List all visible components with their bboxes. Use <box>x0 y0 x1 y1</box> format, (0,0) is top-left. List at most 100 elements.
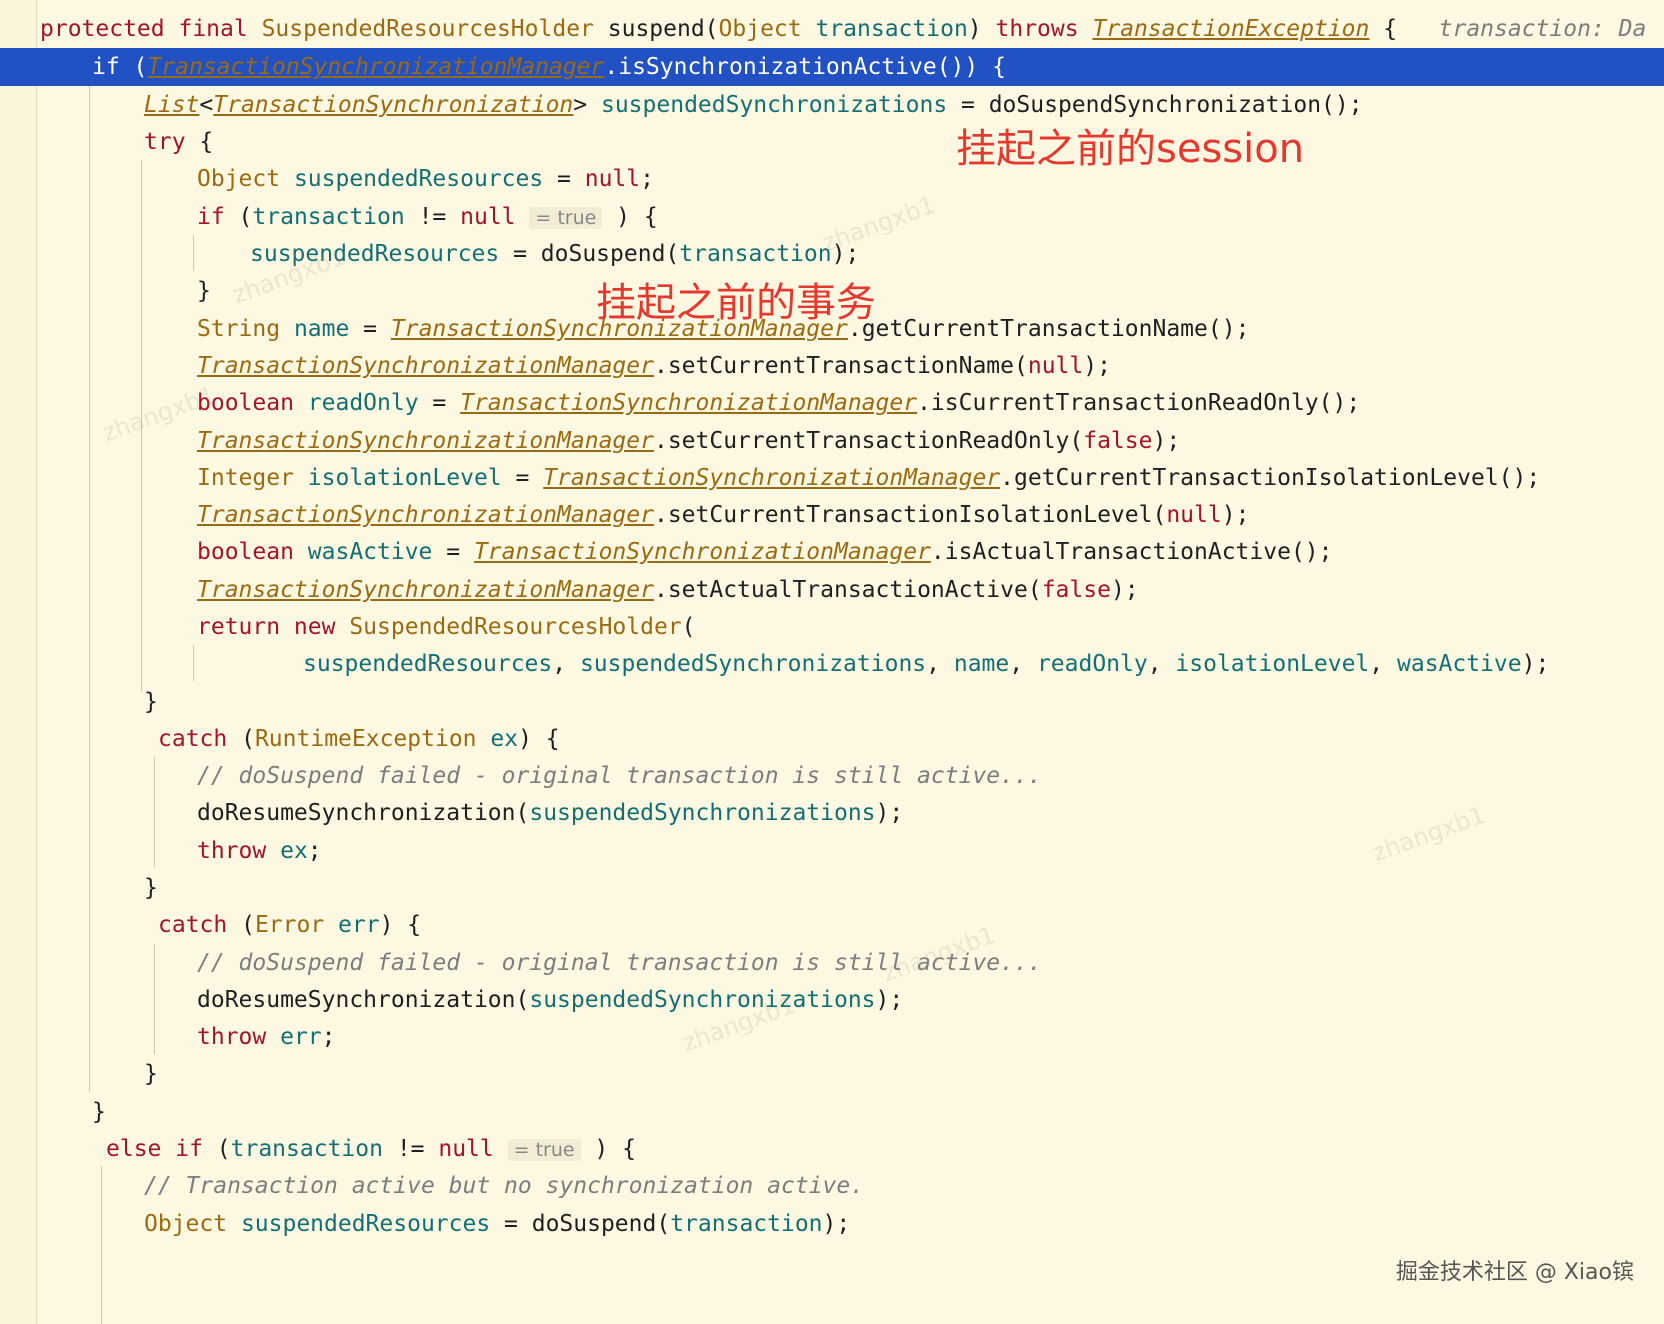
code-line[interactable]: try { <box>0 123 1664 161</box>
code-token: = <box>543 166 585 192</box>
code-token: .setCurrentTransactionIsolationLevel( <box>653 502 1167 528</box>
code-line[interactable]: } <box>0 683 1664 721</box>
code-line[interactable]: boolean wasActive = TransactionSynchroni… <box>0 533 1664 571</box>
code-token: name <box>953 651 1010 677</box>
code-token: < <box>199 92 214 118</box>
code-text: suspendedResources, suspendedSynchroniza… <box>303 645 1549 683</box>
code-line[interactable]: boolean readOnly = TransactionSynchroniz… <box>0 384 1664 422</box>
code-text: TransactionSynchronizationManager.setCur… <box>197 422 1180 460</box>
code-text: catch (Error err) { <box>158 906 421 944</box>
code-line[interactable]: // doSuspend failed - original transacti… <box>0 757 1664 795</box>
code-line[interactable]: Integer isolationLevel = TransactionSync… <box>0 459 1664 497</box>
code-token: Integer <box>197 465 308 491</box>
code-token: { <box>1369 16 1439 42</box>
code-token: Object <box>197 166 294 192</box>
code-token: .isSynchronizationActive()) { <box>604 54 1006 80</box>
code-line[interactable]: // Transaction active but no synchroniza… <box>0 1167 1664 1205</box>
code-line[interactable]: List<TransactionSynchronization> suspend… <box>0 86 1664 124</box>
code-token: false <box>1083 428 1153 454</box>
code-token: ); <box>822 1211 851 1237</box>
code-line[interactable]: throw err; <box>0 1018 1664 1056</box>
code-token: suspendedResources <box>303 651 553 677</box>
code-token: transaction: Da <box>1438 16 1647 42</box>
code-token: SuspendedResourcesHolder <box>349 614 682 640</box>
code-token: = doSuspendSynchronization(); <box>947 92 1363 118</box>
code-token: = doSuspend( <box>499 241 680 267</box>
code-token: err <box>280 1024 322 1050</box>
code-line[interactable]: TransactionSynchronizationManager.setAct… <box>0 571 1664 609</box>
code-token: , <box>1147 651 1176 677</box>
code-token: ) { <box>602 204 658 230</box>
code-token: name <box>293 316 350 342</box>
code-token: TransactionSynchronizationManager <box>473 539 931 565</box>
code-text: } <box>92 1093 106 1131</box>
code-line[interactable]: // doSuspend failed - original transacti… <box>0 944 1664 982</box>
code-line[interactable]: Object suspendedResources = null; <box>0 160 1664 198</box>
code-token: suspendedSynchronizations <box>529 800 876 826</box>
code-token: != <box>382 1136 439 1162</box>
code-line[interactable]: TransactionSynchronizationManager.setCur… <box>0 347 1664 385</box>
code-token: ex <box>490 726 519 752</box>
code-text: try { <box>144 123 213 161</box>
code-token: readOnly <box>307 390 419 416</box>
code-token: TransactionSynchronizationManager <box>197 502 654 528</box>
code-token: readOnly <box>1036 651 1148 677</box>
code-token: ; <box>307 838 322 864</box>
code-line[interactable]: } <box>0 869 1664 907</box>
code-line[interactable]: TransactionSynchronizationManager.setCur… <box>0 496 1664 534</box>
code-text: Object suspendedResources = doSuspend(tr… <box>144 1205 850 1243</box>
code-line[interactable]: protected final SuspendedResourcesHolder… <box>0 10 1664 48</box>
code-line[interactable]: suspendedResources, suspendedSynchroniza… <box>0 645 1664 683</box>
code-token: ); <box>1152 428 1181 454</box>
code-token: = <box>432 539 474 565</box>
code-text: // Transaction active but no synchroniza… <box>144 1167 864 1205</box>
code-line[interactable]: doResumeSynchronization(suspendedSynchro… <box>0 981 1664 1019</box>
code-text: // doSuspend failed - original transacti… <box>197 757 1042 795</box>
code-token: null <box>460 204 530 230</box>
code-token: > <box>573 92 601 118</box>
code-line[interactable]: } <box>0 1055 1664 1093</box>
code-line[interactable]: catch (RuntimeException ex) { <box>0 720 1664 758</box>
code-token: ( <box>241 912 255 938</box>
code-token: } <box>144 1061 158 1087</box>
code-token: try <box>144 129 200 155</box>
code-text: } <box>144 683 158 721</box>
code-token: .setCurrentTransactionReadOnly( <box>653 428 1084 454</box>
code-token: false <box>1041 577 1111 603</box>
code-token: = <box>501 465 544 491</box>
code-text: if (transaction != null = true ) { <box>197 198 658 237</box>
code-text: } <box>144 1055 158 1093</box>
code-text: Integer isolationLevel = TransactionSync… <box>197 459 1540 497</box>
code-token: isolationLevel <box>1175 651 1370 677</box>
code-line[interactable]: return new SuspendedResourcesHolder( <box>0 608 1664 646</box>
code-line[interactable]: catch (Error err) { <box>0 906 1664 944</box>
code-text: catch (RuntimeException ex) { <box>158 720 560 758</box>
code-token: TransactionSynchronizationManager <box>197 577 654 603</box>
code-line[interactable]: else if (transaction != null = true ) { <box>0 1130 1664 1168</box>
code-line[interactable]: TransactionSynchronizationManager.setCur… <box>0 422 1664 460</box>
code-text: TransactionSynchronizationManager.setCur… <box>197 347 1111 385</box>
code-token: transaction <box>815 16 968 42</box>
code-token: .getCurrentTransactionIsolationLevel(); <box>1000 465 1541 491</box>
code-line[interactable]: } <box>0 1093 1664 1131</box>
code-token: suspendedSynchronizations <box>579 651 927 677</box>
code-token: .isActualTransactionActive(); <box>930 539 1333 565</box>
code-token: suspend( <box>607 16 719 42</box>
code-token: suspendedResources <box>293 166 544 192</box>
code-line[interactable]: Object suspendedResources = doSuspend(tr… <box>0 1205 1664 1243</box>
code-token: Error <box>254 912 339 938</box>
code-token: // Transaction active but no synchroniza… <box>144 1173 865 1199</box>
code-token: throws <box>995 16 1093 42</box>
code-token: isolationLevel <box>307 465 502 491</box>
code-token: // doSuspend failed - original transacti… <box>197 763 1042 789</box>
code-token: ); <box>1521 651 1550 677</box>
code-token: throw <box>197 1024 281 1050</box>
code-token: ) { <box>580 1136 636 1162</box>
code-token: suspendedSynchronizations <box>529 987 876 1013</box>
annotation-transaction: 挂起之前的事务 <box>596 280 876 326</box>
code-token: , <box>1369 651 1397 677</box>
code-line-current[interactable]: if (TransactionSynchronizationManager.is… <box>0 48 1664 86</box>
code-editor[interactable]: protected final SuspendedResourcesHolder… <box>0 0 1664 1324</box>
code-text: Object suspendedResources = null; <box>197 160 654 198</box>
code-token: .getCurrentTransactionName(); <box>847 316 1250 342</box>
